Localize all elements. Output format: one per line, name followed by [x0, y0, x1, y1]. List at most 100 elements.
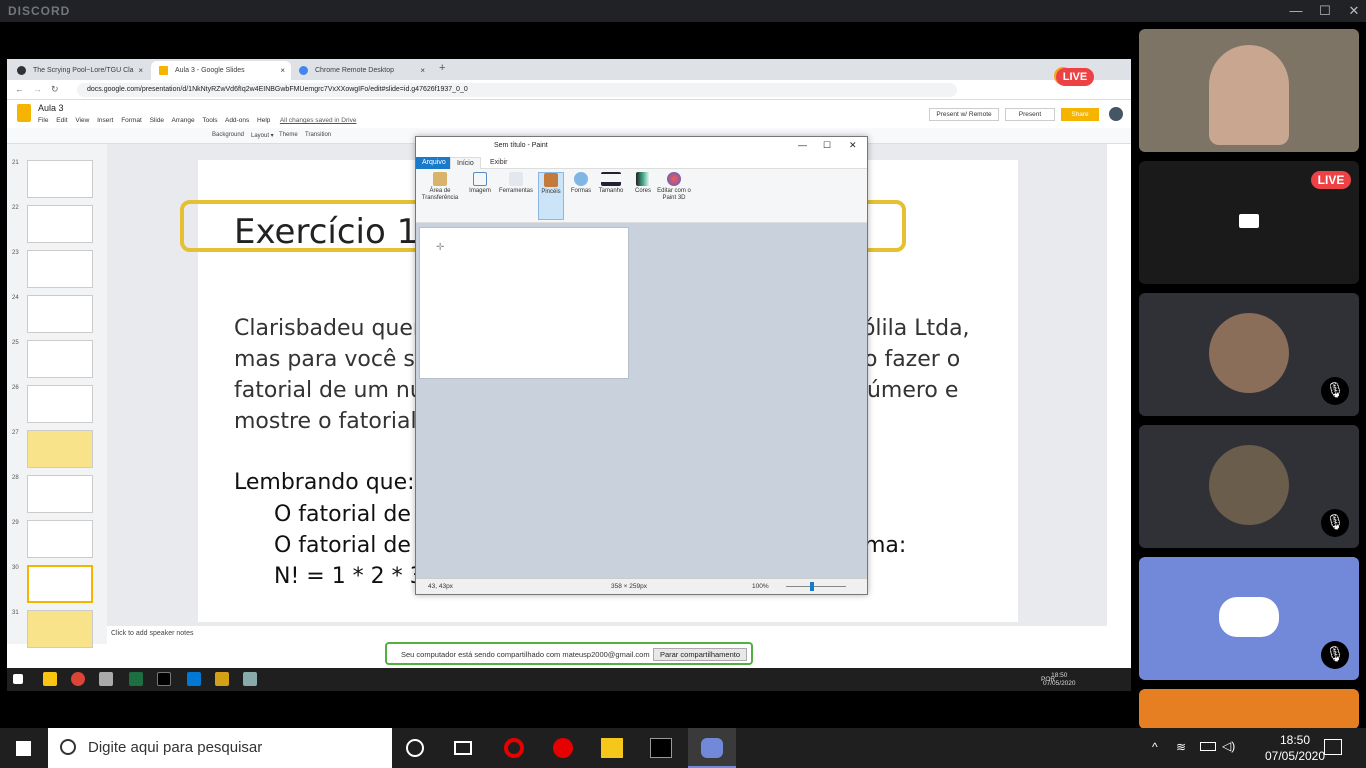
- menu-insert[interactable]: Insert: [97, 117, 113, 124]
- stop-sharing-button[interactable]: Parar compartilhamento: [653, 648, 747, 661]
- opera-icon[interactable]: [504, 738, 524, 758]
- close-tab-icon[interactable]: ×: [280, 66, 285, 75]
- slide-thumbnail[interactable]: [27, 610, 93, 648]
- tab-google-slides[interactable]: Aula 3 - Google Slides ×: [151, 61, 291, 80]
- image-group[interactable]: Imagem: [466, 172, 494, 220]
- paint-window[interactable]: Sem título - Paint — ☐ ✕ Arquivo Início …: [415, 136, 868, 595]
- video-tile-user[interactable]: 🎙: [1139, 425, 1359, 548]
- shared-screen[interactable]: The Scrying Pool~Lore/TGU Cla × Aula 3 -…: [7, 59, 1131, 691]
- forward-icon[interactable]: →: [33, 84, 42, 94]
- canvas-size: 358 × 259px: [611, 583, 647, 590]
- avatar[interactable]: [1109, 107, 1123, 121]
- menu-slide[interactable]: Slide: [150, 117, 164, 124]
- remote-clock[interactable]: 18:50 07/05/2020: [1043, 672, 1076, 688]
- present-remote-button[interactable]: Present w/ Remote: [929, 108, 999, 121]
- clipboard-group[interactable]: Área de Transferência: [418, 172, 462, 220]
- url-input[interactable]: docs.google.com/presentation/d/1NkNtyRZw…: [77, 83, 957, 97]
- video-tile-user[interactable]: 🎙: [1139, 293, 1359, 416]
- paint-icon[interactable]: [243, 672, 257, 686]
- video-tile-user[interactable]: 🎙: [1139, 557, 1359, 680]
- new-tab-button[interactable]: +: [439, 62, 445, 74]
- slide-thumbnail[interactable]: [27, 295, 93, 333]
- video-tile-streamer[interactable]: [1139, 29, 1359, 152]
- tab-arquivo[interactable]: Arquivo: [416, 157, 452, 169]
- terminal-icon[interactable]: [157, 672, 171, 686]
- menu-help[interactable]: Help: [257, 117, 270, 124]
- thumb-number: 31: [12, 610, 19, 616]
- menu-format[interactable]: Format: [121, 117, 142, 124]
- layout-button[interactable]: Layout ▾: [251, 132, 274, 139]
- wifi-icon[interactable]: ≋: [1176, 740, 1186, 754]
- slide-thumbnail[interactable]: [27, 205, 93, 243]
- search-input[interactable]: Digite aqui para pesquisar: [48, 728, 392, 768]
- system-clock[interactable]: 18:50 07/05/2020: [1260, 732, 1330, 764]
- theme-button[interactable]: Theme: [279, 132, 298, 138]
- app-icon[interactable]: [215, 672, 229, 686]
- zoom-slider-thumb[interactable]: [810, 582, 814, 591]
- volume-icon[interactable]: ◁): [1222, 739, 1235, 753]
- paint3d-group[interactable]: Editar com o Paint 3D: [656, 172, 692, 220]
- start-button[interactable]: [0, 728, 48, 768]
- terminal-icon[interactable]: [650, 738, 672, 758]
- chrome-icon[interactable]: [71, 672, 85, 686]
- saved-status[interactable]: All changes saved in Drive: [280, 117, 357, 124]
- menu-tools[interactable]: Tools: [202, 117, 217, 124]
- menu-file[interactable]: File: [38, 117, 48, 124]
- battery-icon[interactable]: [1200, 742, 1216, 751]
- reload-icon[interactable]: ↻: [51, 84, 59, 95]
- document-title[interactable]: Aula 3: [38, 103, 64, 113]
- back-icon[interactable]: ←: [15, 84, 24, 94]
- menu-view[interactable]: View: [75, 117, 89, 124]
- tab-scrying-pool[interactable]: The Scrying Pool~Lore/TGU Cla ×: [9, 61, 149, 80]
- task-view-icon[interactable]: [454, 741, 472, 755]
- paint-maximize-button[interactable]: ☐: [823, 140, 831, 151]
- share-button[interactable]: Share: [1061, 108, 1099, 121]
- tab-inicio[interactable]: Início: [450, 157, 481, 169]
- file-explorer-icon[interactable]: [43, 672, 57, 686]
- paint-canvas[interactable]: ✛: [419, 227, 629, 379]
- tray-chevron-icon[interactable]: ^: [1152, 740, 1158, 754]
- slide-thumbnail[interactable]: [27, 430, 93, 468]
- slide-thumbnail-selected[interactable]: [27, 565, 93, 603]
- slide-thumbnail[interactable]: [27, 250, 93, 288]
- size-group[interactable]: Tamanho: [596, 172, 626, 220]
- zoom-slider[interactable]: [786, 586, 846, 587]
- excel-icon[interactable]: [129, 672, 143, 686]
- game-icon[interactable]: [553, 738, 573, 758]
- present-button[interactable]: Present: [1005, 108, 1055, 121]
- menu-addons[interactable]: Add-ons: [225, 117, 249, 124]
- file-explorer-icon[interactable]: [601, 738, 623, 758]
- shapes-group[interactable]: Formas: [568, 172, 594, 220]
- maximize-button[interactable]: ☐: [1311, 2, 1339, 20]
- menu-edit[interactable]: Edit: [56, 117, 67, 124]
- brushes-group[interactable]: Pincéis: [538, 172, 564, 220]
- tab-exibir[interactable]: Exibir: [484, 157, 514, 169]
- slide-thumbnail[interactable]: [27, 475, 93, 513]
- windows-start-icon[interactable]: [13, 674, 23, 684]
- slide-thumbnail[interactable]: [27, 160, 93, 198]
- notifications-icon[interactable]: [1324, 739, 1342, 755]
- video-tile-live[interactable]: LIVE: [1139, 161, 1359, 284]
- slide-thumbnail[interactable]: [27, 340, 93, 378]
- vscode-icon[interactable]: [187, 672, 201, 686]
- close-button[interactable]: ✕: [1340, 2, 1366, 20]
- slide-thumbnail[interactable]: [27, 520, 93, 558]
- close-tab-icon[interactable]: ×: [138, 66, 143, 75]
- paint-close-button[interactable]: ✕: [849, 140, 857, 151]
- close-tab-icon[interactable]: ×: [420, 66, 425, 75]
- slide-thumbnail[interactable]: [27, 385, 93, 423]
- cortana-icon[interactable]: [406, 739, 424, 757]
- paint-minimize-button[interactable]: —: [798, 140, 807, 150]
- mic-muted-icon: 🎙: [1321, 641, 1349, 669]
- tab-remote-desktop[interactable]: Chrome Remote Desktop ×: [291, 61, 431, 80]
- tools-group[interactable]: Ferramentas: [496, 172, 536, 220]
- transition-button[interactable]: Transition: [305, 132, 331, 138]
- remote-date: 07/05/2020: [1043, 680, 1076, 687]
- video-tile-user[interactable]: [1139, 689, 1359, 729]
- menu-arrange[interactable]: Arrange: [172, 117, 195, 124]
- snipping-icon[interactable]: [99, 672, 113, 686]
- discord-taskbar-button[interactable]: [688, 728, 736, 768]
- colors-group[interactable]: Cores: [632, 172, 654, 220]
- background-button[interactable]: Background: [212, 132, 244, 138]
- minimize-button[interactable]: —: [1282, 2, 1310, 20]
